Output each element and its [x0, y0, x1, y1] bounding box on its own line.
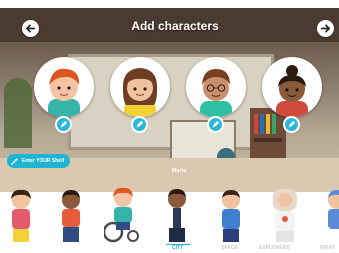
arrow-left-icon: [26, 24, 35, 33]
pencil-icon: [136, 120, 144, 128]
pencil-icon: [212, 120, 220, 128]
character-option-5[interactable]: [212, 186, 250, 244]
selected-character-slot-4[interactable]: [262, 57, 322, 117]
back-button[interactable]: [22, 20, 39, 37]
app-screen: Add characters Enter YOUR Shelf Maria CI…: [0, 0, 339, 253]
character-tray: [0, 186, 339, 244]
character-option-4[interactable]: [158, 186, 196, 244]
character-option-3[interactable]: [104, 186, 142, 244]
edit-badge[interactable]: [131, 116, 148, 133]
edit-badge[interactable]: [207, 116, 224, 133]
character-option-6[interactable]: [266, 186, 304, 244]
character-avatar: [276, 65, 308, 117]
character-avatar: [122, 68, 158, 117]
enter-shelf-label: Enter YOUR Shelf: [22, 158, 65, 164]
category-tabs: CITY SPACE EXPLORERS PIRAT: [0, 244, 339, 253]
selected-character-name: Maria: [171, 168, 187, 174]
plant-decoration: [4, 78, 32, 148]
pencil-icon: [60, 120, 68, 128]
edit-badge[interactable]: [283, 116, 300, 133]
tab-explorers[interactable]: EXPLORERS: [259, 245, 290, 251]
wand-icon: [11, 157, 19, 165]
enter-shelf-button[interactable]: Enter YOUR Shelf: [7, 154, 70, 168]
tab-city[interactable]: CITY: [172, 245, 183, 251]
arrow-right-icon: [321, 24, 330, 33]
edit-badge[interactable]: [55, 116, 72, 133]
pencil-icon: [288, 120, 296, 128]
tab-pirates[interactable]: PIRAT: [320, 245, 335, 251]
next-button[interactable]: [317, 20, 334, 37]
page-title: Add characters: [131, 19, 219, 33]
tab-space[interactable]: SPACE: [221, 245, 238, 251]
character-avatar: [200, 69, 232, 117]
character-avatar: [48, 68, 80, 117]
selected-character-slot-3[interactable]: [186, 57, 246, 117]
header: Add characters: [0, 8, 339, 48]
character-option-7[interactable]: [318, 186, 339, 244]
selected-character-slot-2[interactable]: [110, 57, 170, 117]
selected-character-slot-1[interactable]: [34, 57, 94, 117]
character-option-1[interactable]: [2, 186, 40, 244]
character-option-2[interactable]: [52, 186, 90, 244]
